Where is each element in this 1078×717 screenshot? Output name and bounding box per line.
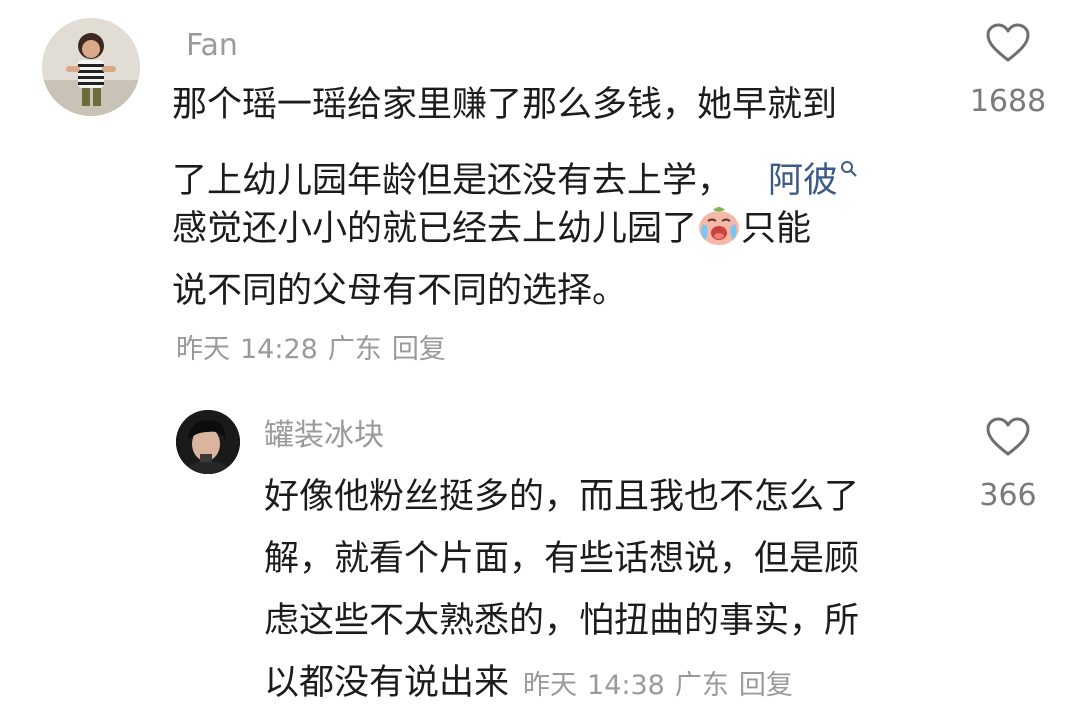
comment-location: 广东 [327, 334, 382, 365]
comment-text: 那个瑶一瑶给家里赚了那么多钱，她早就到 了上幼儿园年龄但是还没有去上学， 阿彼 感… [172, 74, 952, 322]
comment-text-segment: 只能 [741, 209, 812, 249]
comment-text: 好像他粉丝挺多的，而且我也不怎么了 解，就看个片面，有些话想说，但是顾 虑这些不… [264, 466, 954, 714]
comment-text-line: 感觉还小小的就已经去上幼儿园了 只能 [172, 198, 952, 260]
comment-text-line: 解，就看个片面，有些话想说，但是顾 [264, 539, 860, 579]
comment-date: 昨天 [523, 670, 578, 701]
crying-face-emoji-icon [697, 204, 741, 266]
reply-button[interactable]: 回复 [739, 670, 793, 701]
comment-text-segment: 了上幼儿园年龄但是还没有去上学， [172, 161, 733, 201]
reply-button[interactable]: 回复 [392, 334, 446, 365]
comment-username[interactable]: 罐装冰块 [264, 416, 384, 456]
avatar[interactable] [176, 410, 240, 474]
comment-text-segment: 感觉还小小的就已经去上幼儿园了 [172, 209, 698, 249]
comment-text-line: 虑这些不太熟悉的，怕扭曲的事实，所 [264, 601, 860, 641]
like-count: 1688 [969, 84, 1047, 119]
heart-outline-icon[interactable] [960, 22, 1056, 68]
like-area: 366 [960, 416, 1056, 516]
comment-text-line: 以都没有说出来 昨天 14:38 广东 回复 [264, 652, 954, 714]
comment-time: 14:28 [240, 334, 318, 365]
avatar[interactable] [42, 18, 140, 116]
comment-meta: 昨天 14:28 广东 回复 [176, 330, 456, 370]
reply-comment-item: 罐装冰块 好像他粉丝挺多的，而且我也不怎么了 解，就看个片面，有些话想说，但是顾… [0, 390, 1078, 709]
heart-outline-icon[interactable] [960, 416, 1056, 462]
comment-text-segment: 以都没有说出来 [264, 663, 510, 703]
like-count: 366 [979, 478, 1037, 513]
comment-text-line: 说不同的父母有不同的选择。 [172, 271, 628, 311]
comment-text-line: 好像他粉丝挺多的，而且我也不怎么了 [264, 477, 860, 517]
comment-item: Fan 那个瑶一瑶给家里赚了那么多钱，她早就到 了上幼儿园年龄但是还没有去上学，… [0, 0, 1078, 390]
like-area: 1688 [960, 22, 1056, 122]
mention-link[interactable]: 阿彼 [768, 161, 838, 201]
comment-meta: 昨天 14:38 广东 回复 [523, 670, 803, 701]
comment-time: 14:38 [587, 670, 665, 701]
comment-username[interactable]: Fan [186, 26, 238, 66]
search-icon[interactable] [840, 136, 858, 198]
comment-date: 昨天 [176, 334, 230, 365]
comment-text-line: 了上幼儿园年龄但是还没有去上学， 阿彼 [172, 136, 952, 201]
comment-location: 广东 [674, 670, 729, 701]
comment-text-line: 那个瑶一瑶给家里赚了那么多钱，她早就到 [172, 85, 838, 125]
